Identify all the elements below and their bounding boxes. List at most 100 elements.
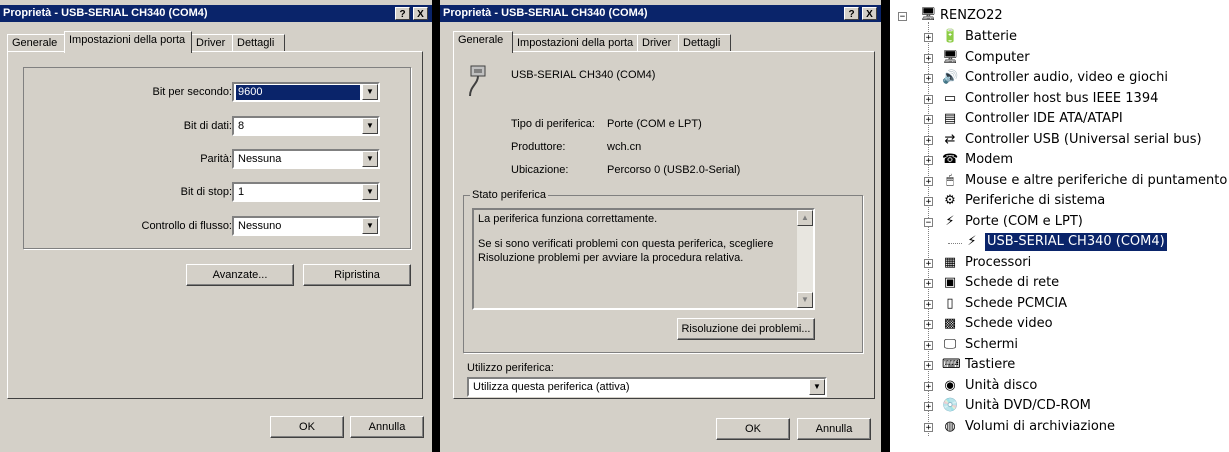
ieee1394-icon: ▭ [943, 90, 957, 106]
close-button[interactable]: X [862, 7, 877, 20]
battery-icon: 🔋 [942, 29, 959, 44]
expand-icon[interactable]: + [924, 402, 933, 412]
restore-defaults-button[interactable]: Ripristina [303, 264, 411, 286]
expand-icon[interactable]: + [924, 176, 933, 186]
flow-control-value: Nessuno [238, 220, 282, 232]
collapse-icon[interactable]: − [898, 12, 907, 22]
dialog-title: Proprietà - USB-SERIAL CH340 (COM4) [3, 7, 208, 19]
device-type-value: Porte (COM e LPT) [607, 118, 702, 130]
computer-icon: 🖥 [942, 49, 959, 65]
serial-port-icon [467, 64, 491, 98]
chevron-down-icon[interactable]: ▼ [362, 218, 378, 234]
baud-label: Bit per secondo: [152, 86, 233, 98]
tab-general[interactable]: Generale [7, 34, 65, 52]
device-usage-select[interactable]: Utilizza questa periferica (attiva) ▼ [467, 377, 827, 397]
expand-icon[interactable]: + [924, 115, 933, 125]
tree-item-label: Unità DVD/CD-ROM [965, 398, 1091, 413]
manufacturer-label: Produttore: [511, 141, 566, 153]
device-type-label: Tipo di periferica: [511, 118, 595, 130]
chevron-down-icon[interactable]: ▼ [362, 118, 378, 134]
status-line-1: La periferica funziona correttamente. [478, 213, 658, 225]
system-icon: ⚙ [944, 193, 956, 208]
advanced-button[interactable]: Avanzate... [186, 264, 294, 286]
tree-item-label: Processori [965, 254, 1032, 270]
disk-icon: ◉ [944, 377, 956, 393]
expand-icon[interactable]: + [924, 94, 933, 104]
status-textbox[interactable]: La periferica funziona correttamente. Se… [472, 208, 815, 310]
port-icon: ⚡ [945, 213, 955, 229]
port-settings-dialog: Proprietà - USB-SERIAL CH340 (COM4) ? X … [0, 0, 432, 452]
ok-button[interactable]: OK [716, 418, 790, 440]
tree-item-label: Schermi [965, 336, 1019, 352]
scroll-down-icon[interactable]: ▼ [797, 292, 813, 308]
location-value: Percorso 0 (USB2.0-Serial) [607, 164, 741, 176]
status-scrollbar[interactable]: ▲ ▼ [797, 210, 813, 308]
tree-item-label: Computer [965, 49, 1030, 65]
expand-icon[interactable]: + [924, 422, 933, 432]
expand-icon[interactable]: + [924, 381, 933, 391]
collapse-icon[interactable]: − [924, 217, 933, 227]
help-button[interactable]: ? [395, 7, 410, 20]
manufacturer-value: wch.cn [607, 141, 642, 153]
tab-port-settings[interactable]: Impostazioni della porta [512, 34, 638, 52]
expand-icon[interactable]: + [924, 340, 933, 350]
expand-icon[interactable]: + [924, 33, 933, 43]
tab-port-settings[interactable]: Impostazioni della porta [64, 31, 192, 53]
dialog-title: Proprietà - USB-SERIAL CH340 (COM4) [443, 7, 648, 19]
dvd-icon: 💿 [942, 398, 959, 413]
tree-item-label: Controller host bus IEEE 1394 [965, 90, 1159, 106]
tree-item-label: Volumi di archiviazione [965, 418, 1116, 434]
cancel-button[interactable]: Annulla [350, 416, 424, 438]
flow-control-select[interactable]: Nessuno ▼ [232, 216, 380, 236]
tab-details[interactable]: Dettagli [678, 34, 731, 52]
serial-port-icon: ⚡ [967, 234, 977, 249]
parity-select[interactable]: Nessuna ▼ [232, 149, 380, 169]
scroll-up-icon[interactable]: ▲ [797, 210, 813, 226]
close-button[interactable]: X [413, 7, 428, 20]
expand-icon[interactable]: + [924, 258, 933, 268]
monitor-icon: 🖵 [943, 336, 957, 352]
usage-value: Utilizza questa periferica (attiva) [473, 381, 630, 393]
tree-item-label: Periferiche di sistema [965, 193, 1106, 208]
tree-connector-line [928, 22, 929, 436]
stop-bits-select[interactable]: 1 ▼ [232, 182, 380, 202]
chevron-down-icon[interactable]: ▼ [362, 151, 378, 167]
tree-item-label: Mouse e altre periferiche di puntamento [965, 172, 1228, 188]
tab-details[interactable]: Dettagli [232, 34, 285, 52]
chevron-down-icon[interactable]: ▼ [809, 379, 825, 395]
help-button[interactable]: ? [844, 7, 859, 20]
expand-icon[interactable]: + [924, 53, 933, 63]
expand-icon[interactable]: + [924, 135, 933, 145]
device-name: USB-SERIAL CH340 (COM4) [511, 69, 656, 81]
tab-driver[interactable]: Driver [191, 34, 233, 52]
expand-icon[interactable]: + [924, 279, 933, 289]
tab-driver[interactable]: Driver [637, 34, 679, 52]
general-dialog: Proprietà - USB-SERIAL CH340 (COM4) ? X … [440, 0, 881, 452]
status-line-2: Se si sono verificati problemi con quest… [478, 238, 774, 250]
tab-general[interactable]: Generale [453, 31, 513, 53]
expand-icon[interactable]: + [924, 299, 933, 309]
expand-icon[interactable]: + [924, 361, 933, 371]
tree-item-label: Batterie [965, 29, 1018, 44]
usage-label: Utilizzo periferica: [467, 362, 554, 374]
expand-icon[interactable]: + [924, 74, 933, 84]
baud-rate-select[interactable]: 9600 ▼ [232, 82, 380, 102]
parity-value: Nessuna [238, 153, 282, 165]
cancel-button[interactable]: Annulla [797, 418, 871, 440]
chevron-down-icon[interactable]: ▼ [362, 184, 378, 200]
tree-item-label-selected: USB-SERIAL CH340 (COM4) [984, 232, 1168, 252]
expand-icon[interactable]: + [924, 320, 933, 330]
tree-item-label: Unità disco [965, 377, 1038, 393]
chevron-down-icon[interactable]: ▼ [362, 84, 378, 100]
troubleshoot-button[interactable]: Risoluzione dei problemi... [677, 318, 815, 340]
flow-control-label: Controllo di flusso: [141, 220, 233, 232]
expand-icon[interactable]: + [924, 197, 933, 207]
tree-item-label: Schede di rete [965, 275, 1060, 290]
data-bits-select[interactable]: 8 ▼ [232, 116, 380, 136]
ok-button[interactable]: OK [270, 416, 344, 438]
tree-item-label: Tastiere [965, 357, 1016, 372]
stop-bits-value: 1 [238, 186, 245, 198]
tree-item-label: Modem [965, 152, 1014, 167]
expand-icon[interactable]: + [924, 156, 933, 166]
stop-bits-label: Bit di stop: [180, 186, 232, 198]
